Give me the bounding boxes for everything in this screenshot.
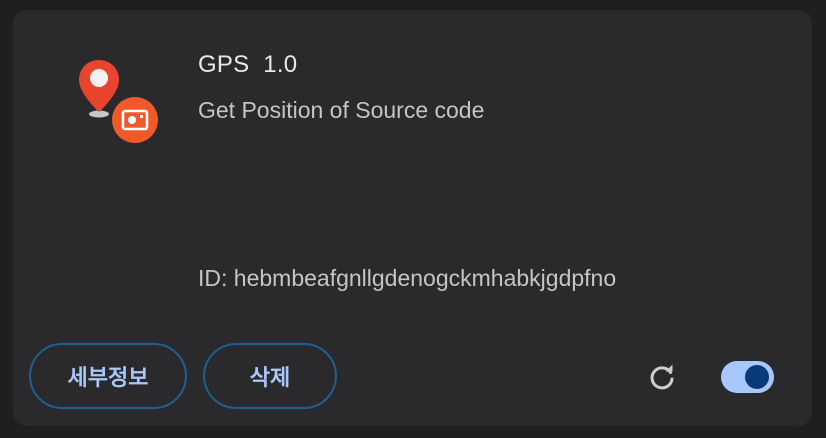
- map-pin-with-camera-icon: [79, 60, 158, 143]
- extension-version: 1.0: [263, 51, 298, 78]
- extension-id: ID: hebmbeafgnllgdenogckmhabkjgdpfno: [198, 265, 617, 291]
- extension-title: GPS 1.0: [198, 51, 297, 79]
- toggle-knob: [745, 365, 769, 389]
- extension-icon: [77, 58, 161, 148]
- extension-name: GPS: [198, 51, 250, 78]
- enable-toggle[interactable]: [721, 361, 774, 393]
- details-button[interactable]: 세부정보: [29, 343, 187, 409]
- extension-card: GPS 1.0 Get Position of Source code ID: h…: [13, 10, 812, 426]
- remove-button[interactable]: 삭제: [203, 343, 337, 409]
- reload-icon[interactable]: [647, 362, 677, 392]
- extension-description: Get Position of Source code: [198, 97, 485, 123]
